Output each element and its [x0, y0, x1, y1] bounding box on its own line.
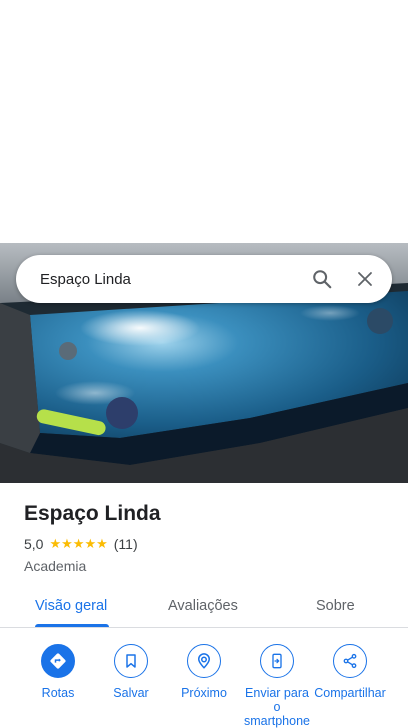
search-button[interactable]	[302, 259, 342, 299]
send-to-phone-button[interactable]: Enviar para o smartphone	[240, 644, 314, 728]
action-label: Rotas	[41, 686, 75, 700]
rating-value: 5,0	[24, 536, 44, 552]
action-label: Compartilhar	[314, 686, 386, 700]
share-icon	[343, 653, 357, 669]
tab-label: Avaliações	[168, 597, 238, 614]
place-details: Espaço Linda 5,0 ★ ★ ★ ★ ★ (11) Academia	[24, 500, 161, 576]
close-icon	[358, 272, 372, 286]
nearby-icon	[197, 653, 211, 669]
action-label: Enviar para o smartphone	[243, 686, 310, 728]
star-icon: ★	[96, 536, 108, 551]
star-rating: ★ ★ ★ ★ ★	[49, 536, 107, 552]
place-category: Academia	[24, 558, 87, 574]
directions-circle	[41, 644, 75, 678]
search-icon	[313, 270, 332, 289]
save-circle	[114, 644, 148, 678]
review-count[interactable]: (11)	[114, 536, 138, 552]
tab-bar: Visão geral Avaliações Sobre	[0, 584, 408, 628]
save-button[interactable]: Salvar	[94, 644, 168, 700]
share-button[interactable]: Compartilhar	[313, 644, 387, 700]
send-to-phone-icon	[272, 653, 282, 669]
bookmark-icon	[126, 654, 136, 668]
directions-icon	[50, 653, 66, 669]
active-tab-indicator	[35, 624, 109, 627]
action-label: Próximo	[181, 686, 227, 700]
search-input[interactable]: Espaço Linda	[16, 271, 302, 288]
directions-button[interactable]: Rotas	[21, 644, 95, 700]
nearby-button[interactable]: Próximo	[167, 644, 241, 700]
share-circle	[333, 644, 367, 678]
action-label: Salvar	[113, 686, 149, 700]
star-icon: ★	[61, 536, 73, 551]
star-icon: ★	[49, 536, 62, 551]
tab-about[interactable]: Sobre	[316, 584, 355, 627]
send-to-phone-circle	[260, 644, 294, 678]
tab-overview[interactable]: Visão geral	[35, 584, 107, 627]
place-title: Espaço Linda	[24, 502, 161, 525]
search-bar[interactable]: Espaço Linda	[16, 255, 392, 303]
tab-label: Visão geral	[35, 597, 108, 614]
rating-row[interactable]: 5,0 ★ ★ ★ ★ ★ (11)	[24, 534, 161, 554]
close-button[interactable]	[345, 259, 385, 299]
star-icon: ★	[72, 536, 85, 551]
tab-reviews[interactable]: Avaliações	[168, 584, 238, 627]
star-icon: ★	[84, 536, 97, 551]
action-bar: Rotas Salvar Próximo Enviar para o smart…	[0, 644, 408, 728]
nearby-circle	[187, 644, 221, 678]
tab-label: Sobre	[316, 597, 355, 614]
